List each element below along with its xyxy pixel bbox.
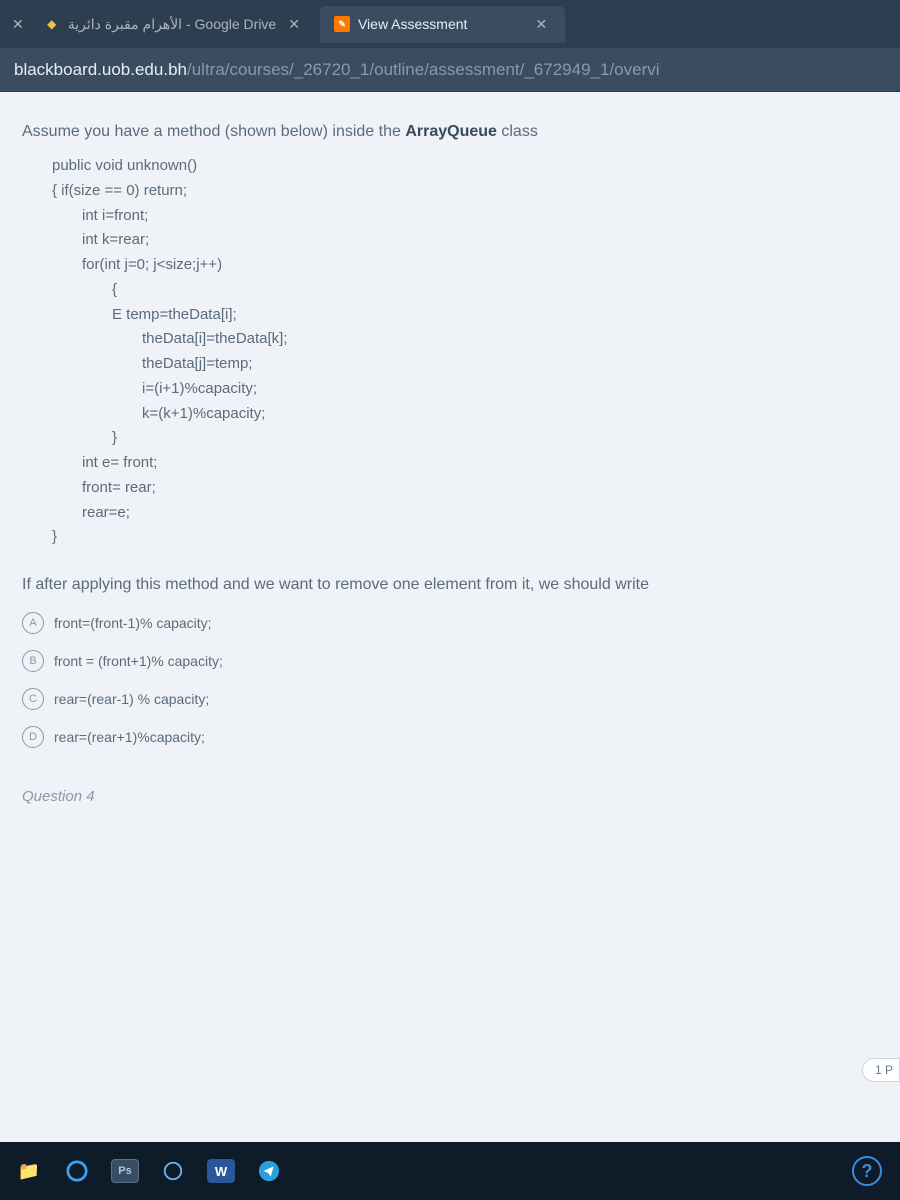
code-line: int e= front; — [82, 451, 878, 476]
url-host: blackboard.uob.edu.bh — [14, 60, 187, 80]
code-line: } — [112, 426, 878, 451]
code-line: } — [52, 525, 878, 550]
close-icon[interactable]: ✕ — [8, 16, 28, 33]
code-line: int i=front; — [82, 204, 878, 229]
answer-options: Afront=(front-1)% capacity; Bfront = (fro… — [22, 612, 878, 748]
close-icon[interactable]: ✕ — [284, 16, 304, 33]
code-line: int k=rear; — [82, 228, 878, 253]
option-text: rear=(rear-1) % capacity; — [54, 691, 209, 707]
close-icon[interactable]: ✕ — [475, 16, 551, 33]
code-line: i=(i+1)%capacity; — [142, 377, 878, 402]
option-letter-icon: D — [22, 726, 44, 748]
points-pill: 1 P — [862, 1058, 900, 1082]
option-text: front=(front-1)% capacity; — [54, 615, 212, 631]
option-text: front = (front+1)% capacity; — [54, 653, 223, 669]
taskbar: 📁 Ps W ? — [0, 1142, 900, 1200]
code-line: E temp=theData[i]; — [112, 303, 878, 328]
code-line: { if(size == 0) return; — [52, 179, 878, 204]
next-question-label: Question 4 — [22, 788, 878, 805]
word-icon[interactable]: W — [200, 1150, 242, 1192]
file-explorer-icon[interactable]: 📁 — [8, 1150, 50, 1192]
edge-icon[interactable] — [56, 1150, 98, 1192]
telegram-icon[interactable] — [248, 1150, 290, 1192]
help-icon[interactable]: ? — [852, 1156, 882, 1186]
question-followup: If after applying this method and we wan… — [22, 576, 878, 594]
code-line: theData[j]=temp; — [142, 352, 878, 377]
code-line: k=(k+1)%capacity; — [142, 402, 878, 427]
option-letter-icon: B — [22, 650, 44, 672]
question-prompt: Assume you have a method (shown below) i… — [22, 120, 878, 144]
tab-label: الأهرام مقبرة دائرية - Google Drive — [68, 16, 277, 33]
address-bar[interactable]: blackboard.uob.edu.bh/ultra/courses/_267… — [0, 48, 900, 92]
code-line: { — [112, 278, 878, 303]
answer-option-b[interactable]: Bfront = (front+1)% capacity; — [22, 650, 878, 672]
url-path: /ultra/courses/_26720_1/outline/assessme… — [187, 60, 660, 80]
option-text: rear=(rear+1)%capacity; — [54, 729, 205, 745]
code-line: for(int j=0; j<size;j++) — [82, 253, 878, 278]
code-line: theData[i]=theData[k]; — [142, 327, 878, 352]
tab-google-drive[interactable]: ◆ الأهرام مقبرة دائرية - Google Drive ✕ — [30, 6, 318, 43]
code-block: public void unknown(){ if(size == 0) ret… — [22, 154, 878, 550]
code-line: rear=e; — [82, 501, 878, 526]
answer-option-c[interactable]: Crear=(rear-1) % capacity; — [22, 688, 878, 710]
photoshop-icon[interactable]: Ps — [104, 1150, 146, 1192]
tab-label: View Assessment — [358, 16, 467, 32]
page-content: Assume you have a method (shown below) i… — [0, 92, 900, 1142]
cortana-icon[interactable] — [152, 1150, 194, 1192]
tab-view-assessment[interactable]: ✎ View Assessment ✕ — [320, 6, 565, 43]
answer-option-a[interactable]: Afront=(front-1)% capacity; — [22, 612, 878, 634]
code-line: public void unknown() — [52, 154, 878, 179]
answer-option-d[interactable]: Drear=(rear+1)%capacity; — [22, 726, 878, 748]
blackboard-icon: ✎ — [334, 16, 350, 32]
option-letter-icon: C — [22, 688, 44, 710]
code-line: front= rear; — [82, 476, 878, 501]
drive-icon: ◆ — [44, 16, 60, 32]
option-letter-icon: A — [22, 612, 44, 634]
tab-bar: ✕ ◆ الأهرام مقبرة دائرية - Google Drive … — [0, 0, 900, 48]
